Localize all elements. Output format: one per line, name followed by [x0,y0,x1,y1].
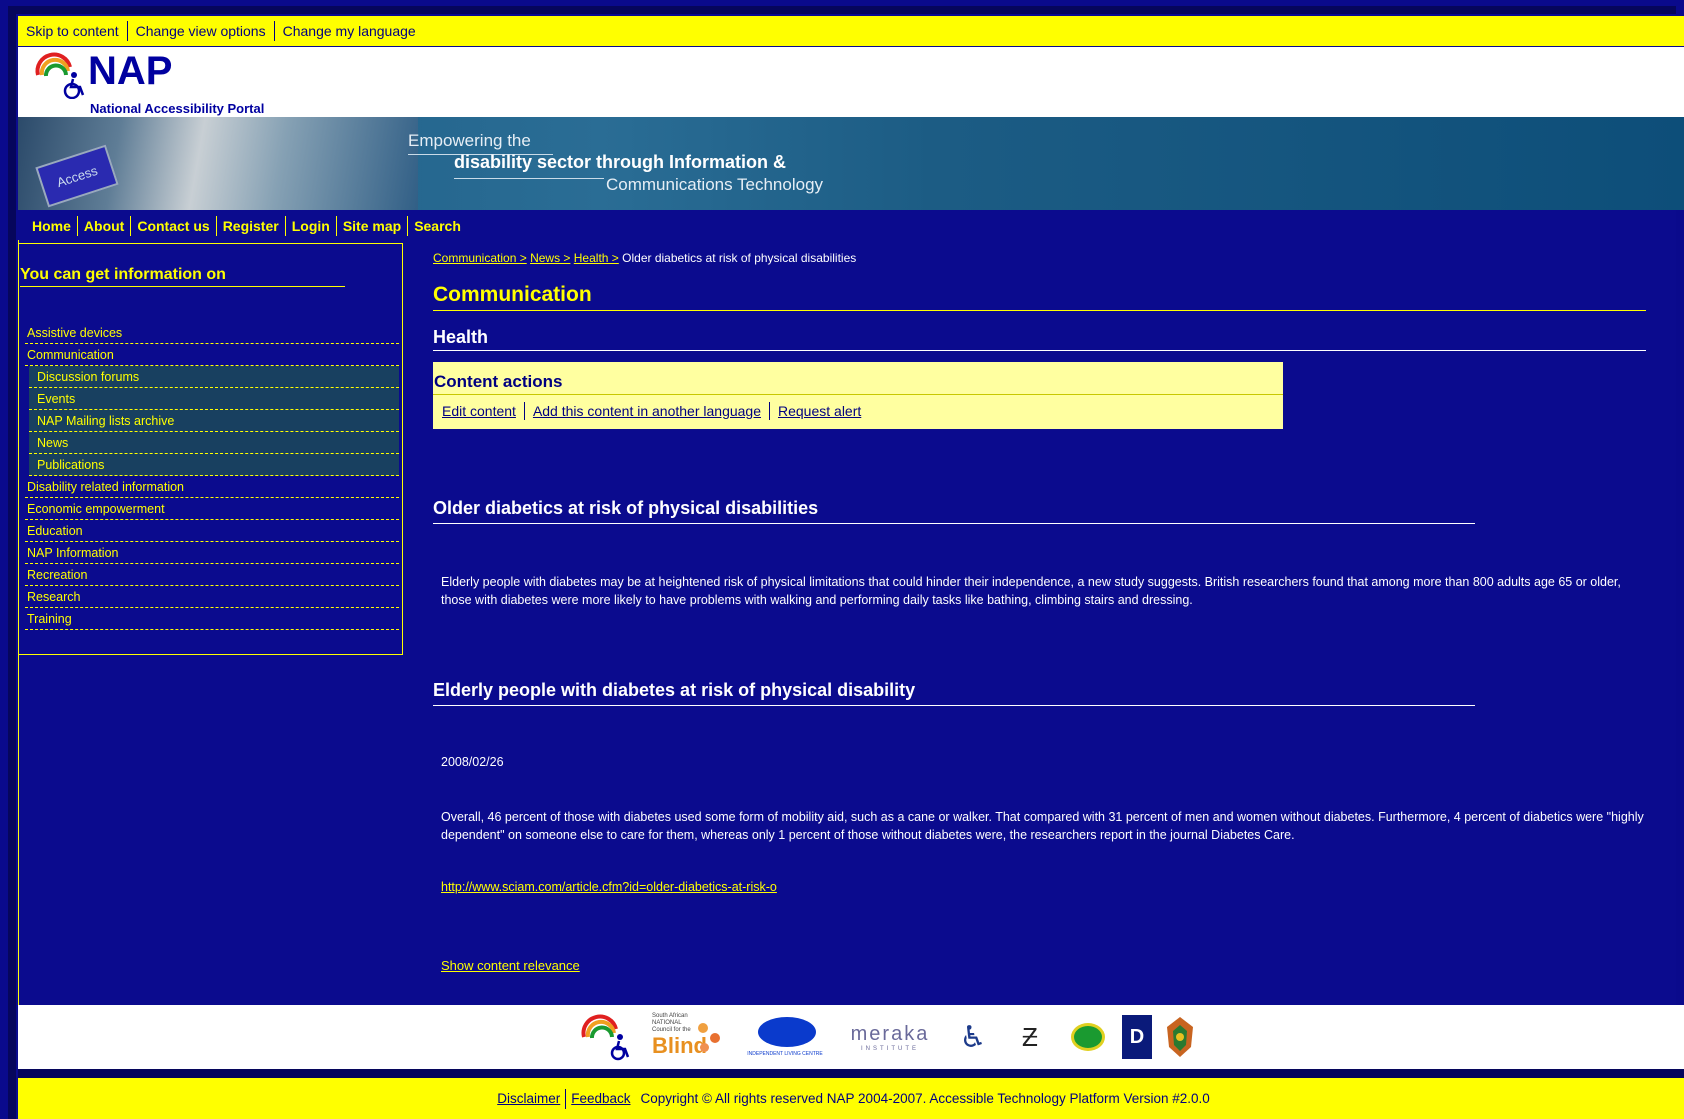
logo-subtitle: National Accessibility Portal [90,101,265,116]
sancb-logo-top-text: South African NATIONAL Council for the [652,1013,691,1033]
sidebar-item-research[interactable]: Research [25,586,399,608]
sidebar-subitem-publications[interactable]: Publications [29,454,399,476]
nav-home[interactable]: Home [18,218,77,234]
breadcrumb: Communication > News > Health > Older di… [433,251,856,265]
coat-of-arms-icon[interactable] [1162,1015,1198,1059]
nap-partner-logo-icon[interactable] [570,1013,642,1061]
subsection-title: Health [433,327,1646,351]
banner-rule [454,178,604,179]
meraka-wordmark: meraka [850,1022,930,1045]
article-title: Older diabetics at risk of physical disa… [433,498,1475,524]
nav-register[interactable]: Register [217,218,285,234]
edit-content-link[interactable]: Edit content [442,403,524,419]
nav-search[interactable]: Search [408,218,467,234]
change-language-link[interactable]: Change my language [275,23,424,39]
sidebar-subitem-discussion-forums[interactable]: Discussion forums [29,366,399,388]
request-alert-link[interactable]: Request alert [778,403,869,419]
source-link[interactable]: http://www.sciam.com/article.cfm?id=olde… [441,880,777,894]
site-header: NAP National Accessibility Portal [18,47,1684,117]
wheelchair-logo-icon[interactable]: ♿ [950,1017,996,1057]
nav-contact-us[interactable]: Contact us [131,218,215,234]
ilc-logo[interactable]: INDEPENDENT LIVING CENTRE [740,1013,830,1061]
sidebar-item-training[interactable]: Training [25,608,399,630]
content-actions-links: Edit content Add this content in another… [442,402,869,420]
article-date: 2008/02/26 [441,755,504,769]
content-actions-panel: Content actions Edit content Add this co… [433,362,1283,429]
site-footer: Disclaimer Feedback Copyright © All righ… [18,1078,1684,1119]
sidebar-subitem-mailing-lists[interactable]: NAP Mailing lists archive [29,410,399,432]
sidebar-heading: You can get information on [20,266,345,287]
skip-to-content-link[interactable]: Skip to content [18,23,127,39]
banner-tagline-1: Empowering the [408,131,531,150]
main-nav: Home About Contact us Register Login Sit… [18,212,1684,240]
breadcrumb-news[interactable]: News > [530,251,570,265]
keyboard-key-image: Access [35,144,119,208]
banner-tagline-3: Communications Technology [606,175,824,194]
meraka-logo[interactable]: meraka INSTITUTE [840,1013,940,1061]
ilc-caption: INDEPENDENT LIVING CENTRE [747,1051,823,1057]
banner-photo: Access [18,117,418,210]
partner-logos-strip: South African NATIONAL Council for the B… [18,1005,1684,1069]
sidebar-item-economic-empowerment[interactable]: Economic empowerment [25,498,399,520]
hero-banner: Access Empowering the disability sector … [18,117,1684,210]
sidebar-item-recreation[interactable]: Recreation [25,564,399,586]
sidebar: You can get information on Assistive dev… [18,243,403,655]
sidebar-item-assistive-devices[interactable]: Assistive devices [25,322,399,344]
divider [433,394,1283,395]
dtelkom-logo-icon[interactable]: D [1122,1015,1152,1059]
mental-health-logo-icon[interactable] [1064,1017,1112,1057]
divider [769,402,770,420]
nav-about[interactable]: About [78,218,130,234]
sancb-logo[interactable]: South African NATIONAL Council for the B… [652,1013,730,1061]
nav-login[interactable]: Login [286,218,336,234]
breadcrumb-health[interactable]: Health > [574,251,619,265]
add-language-link[interactable]: Add this content in another language [533,403,769,419]
breadcrumb-communication[interactable]: Communication > [433,251,527,265]
deafness-logo-icon[interactable]: Ƶ [1006,1017,1054,1057]
article-title: Elderly people with diabetes at risk of … [433,680,1475,706]
sidebar-item-disability-info[interactable]: Disability related information [25,476,399,498]
dots-icon [698,1023,708,1033]
sidebar-submenu: Discussion forums Events NAP Mailing lis… [29,366,399,476]
ilc-oval-icon [758,1017,816,1047]
sidebar-item-nap-information[interactable]: NAP Information [25,542,399,564]
disclaimer-link[interactable]: Disclaimer [492,1091,565,1106]
sidebar-menu: Assistive devices Communication Discussi… [25,322,399,630]
coat-of-arms-svg [1167,1017,1193,1057]
sancb-logo-wordmark: Blind [652,1033,707,1058]
dots-icon [710,1033,720,1043]
breadcrumb-current: Older diabetics at risk of physical disa… [622,251,857,265]
content-actions-title: Content actions [434,372,563,391]
nav-site-map[interactable]: Site map [337,218,407,234]
article-body: Elderly people with diabetes may be at h… [441,575,1621,607]
sidebar-item-communication[interactable]: Communication [25,344,399,366]
section-title: Communication [433,283,1646,311]
mental-health-mark [1071,1023,1105,1051]
banner-tagline-2: disability sector through Information & [454,152,787,172]
dots-icon [700,1043,709,1052]
feedback-link[interactable]: Feedback [566,1091,635,1106]
change-view-options-link[interactable]: Change view options [128,23,274,39]
article-body: Overall, 46 percent of those with diabet… [441,810,1644,842]
utility-bar: Skip to content Change view options Chan… [18,16,1684,46]
copyright-text: Copyright © All rights reserved NAP 2004… [640,1091,1210,1106]
nap-logo-icon[interactable] [20,49,92,99]
partner-logos: South African NATIONAL Council for the B… [570,1013,1198,1061]
meraka-subtitle: INSTITUTE [861,1045,919,1052]
sidebar-item-education[interactable]: Education [25,520,399,542]
sidebar-subitem-events[interactable]: Events [29,388,399,410]
sidebar-subitem-news[interactable]: News [29,432,399,454]
divider [523,402,525,420]
logo-wordmark: NAP [88,49,173,93]
footer-divider [18,1069,1684,1078]
show-relevance-link[interactable]: Show content relevance [441,958,580,973]
